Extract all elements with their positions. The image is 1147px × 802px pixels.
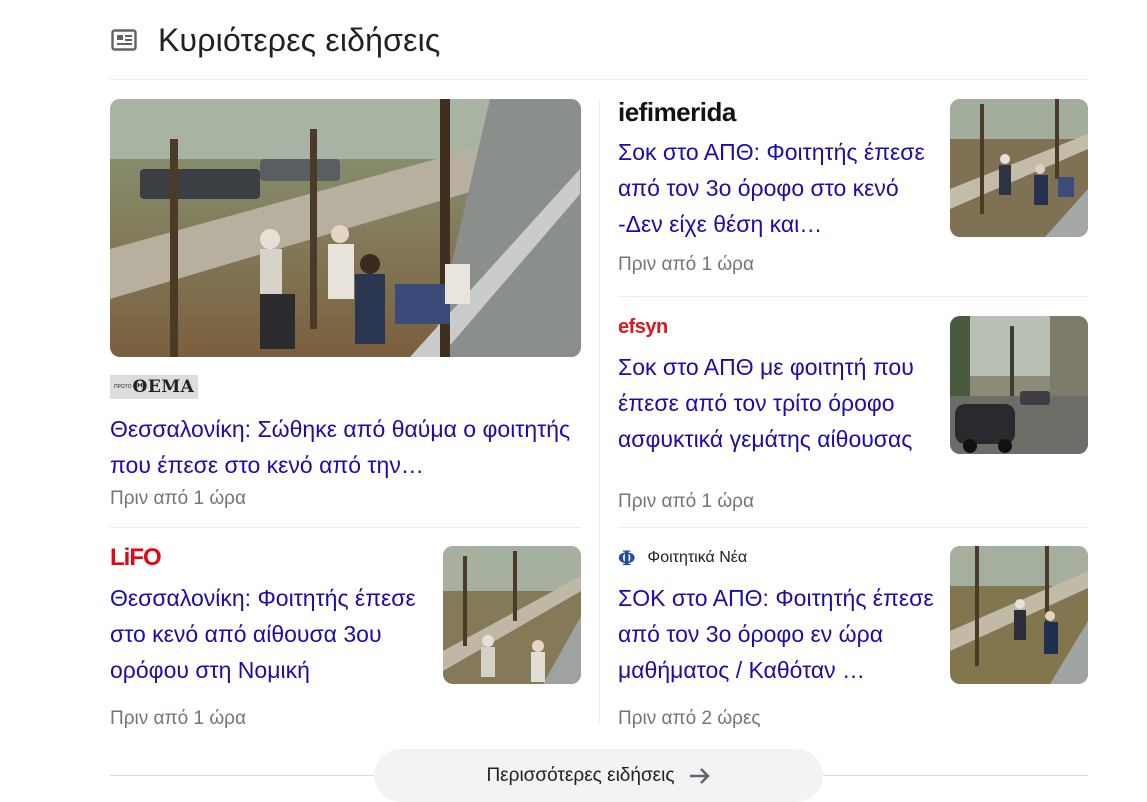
section-title: Κυριότερες ειδήσεις [158, 21, 441, 58]
article-card[interactable]: efsyn Σοκ στο ΑΠΘ με φοιτητή που έπεσε α… [618, 314, 1088, 512]
card-divider [618, 527, 1088, 528]
article-headline[interactable]: Θεσσαλονίκη: Σώθηκε από θαύμα ο φοιτητής… [110, 411, 581, 483]
source-name: Φοιτητικά Νέα [647, 549, 748, 566]
featured-article-image[interactable] [110, 99, 581, 357]
header-divider [110, 79, 1088, 80]
article-time: Πριν από 1 ώρα [110, 708, 246, 729]
source-logo-prefix: ΠΡΩΤΟ [114, 384, 132, 390]
card-divider [110, 527, 581, 528]
article-source: ΠΡΩΤΟ ΘΕΜΑ [110, 374, 581, 400]
article-thumbnail[interactable] [950, 316, 1088, 454]
article-time: Πριν από 1 ώρα [618, 491, 754, 512]
article-time: Πριν από 2 ώρες [618, 708, 761, 729]
card-divider [618, 296, 1088, 297]
arrow-right-icon [689, 767, 711, 785]
more-news-label: Περισσότερες ειδήσεις [486, 764, 675, 786]
source-logo: efsyn [618, 315, 668, 338]
more-divider-right [823, 775, 1088, 776]
article-card[interactable]: Φ Φοιτητικά Νέα ΣΟΚ στο ΑΠΘ: Φοιτητής έπ… [618, 545, 1088, 729]
source-logo: LiFO [110, 544, 162, 571]
column-divider [599, 99, 600, 723]
more-divider-left [110, 775, 374, 776]
newspaper-icon [110, 26, 138, 54]
article-time: Πριν από 1 ώρα [110, 488, 246, 509]
article-thumbnail[interactable] [950, 546, 1088, 684]
source-logo: Φ [618, 546, 636, 570]
article-card[interactable]: LiFO Θεσσαλονίκη: Φοιτητής έπεσε στο κεν… [110, 544, 581, 729]
article-card[interactable]: iefimerida Σοκ στο ΑΠΘ: Φοιτητής έπεσε α… [618, 96, 1088, 279]
article-headline[interactable]: ΣΟΚ στο ΑΠΘ: Φοιτητής έπεσε από τον 3ο ό… [618, 580, 938, 688]
more-news-button[interactable]: Περισσότερες ειδήσεις [374, 749, 823, 802]
article-headline[interactable]: Θεσσαλονίκη: Φοιτητής έπεσε στο κενό από… [110, 580, 430, 688]
source-logo: ΠΡΩΤΟ ΘΕΜΑ [110, 375, 199, 399]
article-time: Πριν από 1 ώρα [618, 254, 754, 275]
featured-article[interactable]: ΠΡΩΤΟ ΘΕΜΑ Θεσσαλονίκη: Σώθηκε από θαύμα… [110, 99, 581, 511]
article-thumbnail[interactable] [443, 546, 581, 684]
article-headline[interactable]: Σοκ στο ΑΠΘ: Φοιτητής έπεσε από τον 3ο ό… [618, 134, 936, 242]
article-thumbnail[interactable] [950, 99, 1088, 237]
source-logo: iefimerida [618, 96, 736, 127]
article-headline[interactable]: Σοκ στο ΑΠΘ με φοιτητή που έπεσε από τον… [618, 349, 938, 457]
top-stories-header: Κυριότερες ειδήσεις [110, 18, 441, 62]
